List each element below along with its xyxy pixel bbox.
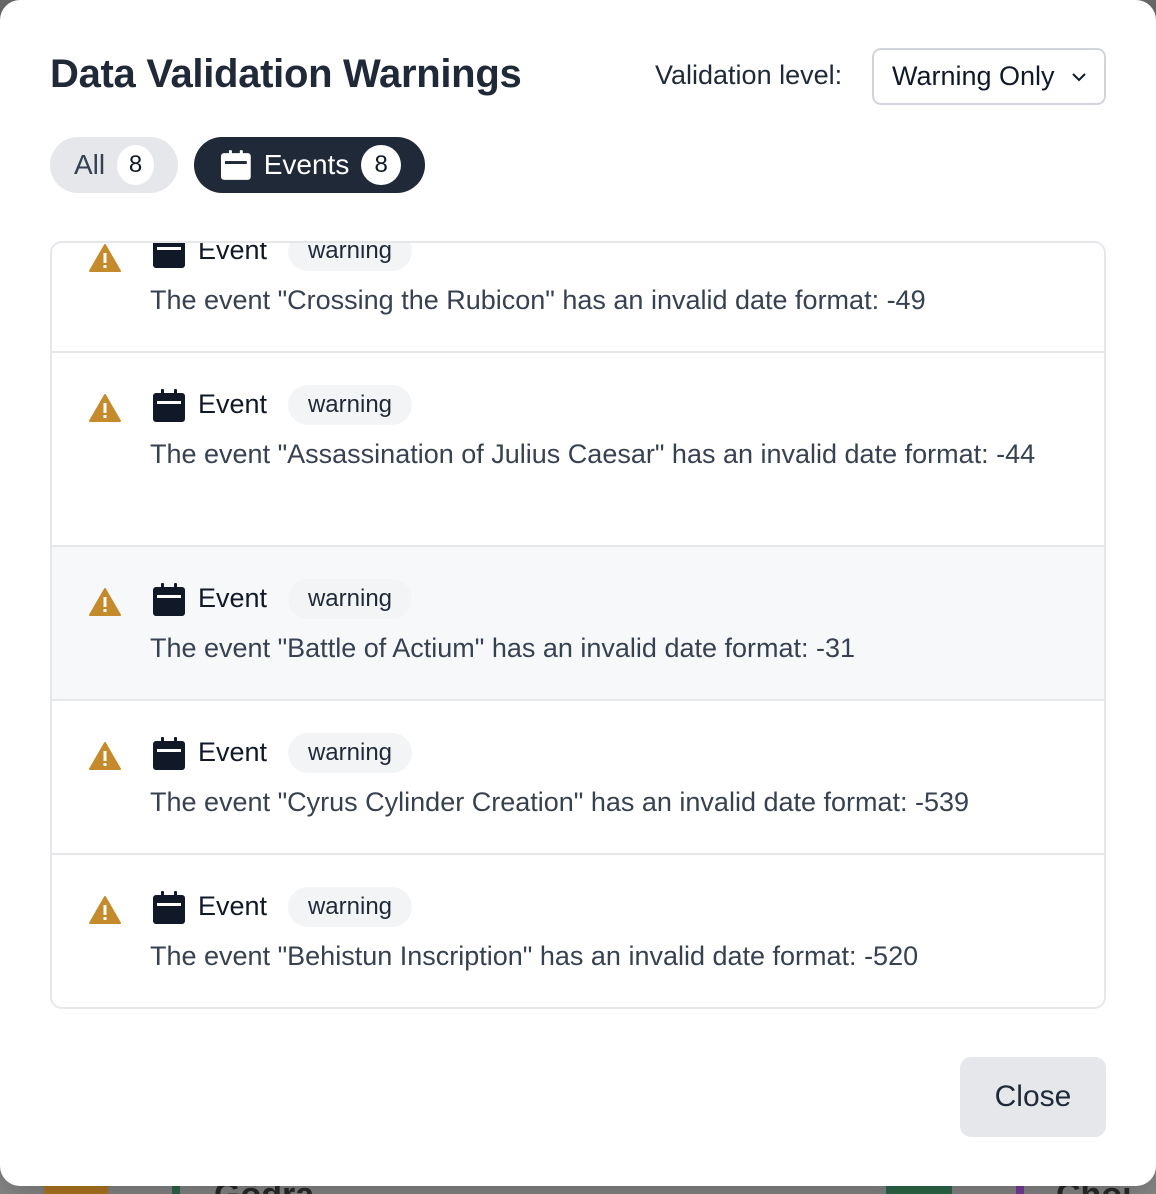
warning-row[interactable]: Event warning The event "Crossing the Ru… [52, 241, 1104, 353]
warning-kind: Event [198, 891, 268, 921]
calendar-icon [153, 243, 185, 268]
warning-kind: Event [198, 583, 268, 613]
severity-badge: warning [288, 733, 412, 773]
warning-icon [89, 394, 121, 422]
calendar-icon [153, 891, 185, 924]
warning-row[interactable]: Event warning The event "Behistun Inscri… [52, 855, 1104, 1007]
filter-all-label: All [74, 149, 106, 180]
warning-row[interactable]: Event warning The event "Battle of Actiu… [52, 547, 1104, 701]
validation-level-value: Warning Only [892, 61, 1055, 91]
severity-badge: warning [288, 887, 412, 927]
severity-badge: warning [288, 243, 412, 271]
severity-badge: warning [288, 579, 412, 619]
warning-row[interactable]: Event warning The event "Cyrus Cylinder … [52, 701, 1104, 855]
warning-message: The event "Behistun Inscription" has an … [150, 941, 919, 971]
validation-level-select[interactable]: Warning Only [872, 48, 1106, 105]
filter-all[interactable]: All 8 [50, 137, 178, 193]
filter-pills: All 8 Events 8 [50, 137, 425, 193]
warning-message: The event "Assassination of Julius Caesa… [150, 439, 1036, 469]
validation-modal: Data Validation Warnings Validation leve… [0, 0, 1156, 1186]
calendar-icon [153, 389, 185, 422]
warning-message: The event "Battle of Actium" has an inva… [150, 633, 856, 663]
warning-icon [89, 588, 121, 616]
warning-kind: Event [198, 737, 268, 767]
warnings-list[interactable]: Event warning The event "Crossing the Ru… [50, 241, 1106, 1009]
filter-events-count: 8 [361, 145, 401, 185]
filter-events[interactable]: Events 8 [194, 137, 425, 193]
severity-badge: warning [288, 385, 412, 425]
calendar-icon [153, 737, 185, 770]
warning-message: The event "Cyrus Cylinder Creation" has … [150, 787, 970, 817]
chevron-down-icon [1072, 73, 1086, 82]
warning-kind: Event [198, 389, 268, 419]
warning-row[interactable]: Event warning The event "Assassination o… [52, 353, 1104, 547]
filter-events-label: Events [263, 149, 350, 180]
warning-kind: Event [198, 241, 268, 265]
validation-level-label: Validation level: [655, 60, 843, 90]
calendar-icon [153, 583, 185, 616]
close-button[interactable]: Close [960, 1057, 1106, 1137]
warning-message: The event "Crossing the Rubicon" has an … [150, 285, 926, 315]
modal-title: Data Validation Warnings [50, 52, 522, 96]
warning-icon [89, 244, 121, 272]
warning-icon [89, 742, 121, 770]
filter-all-count: 8 [117, 145, 154, 185]
warning-icon [89, 896, 121, 924]
calendar-icon [220, 150, 251, 180]
